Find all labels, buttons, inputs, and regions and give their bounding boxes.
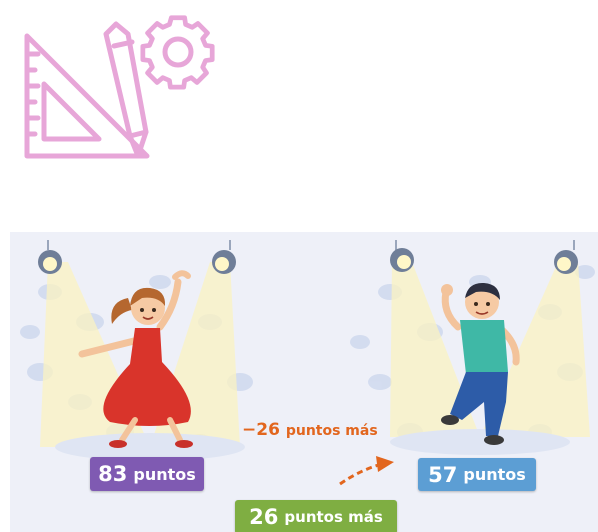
girl-score-badge: 83 puntos bbox=[90, 457, 204, 491]
difference-badge: 26 puntos más bbox=[235, 500, 397, 532]
arrow-head-icon bbox=[376, 456, 394, 472]
spotlight-icon bbox=[38, 240, 578, 274]
boy-score-badge: 57 puntos bbox=[418, 458, 536, 491]
difference-label: −26 puntos más bbox=[242, 420, 378, 440]
engineering-tools-icon bbox=[24, 15, 215, 159]
dance-scene: −26 puntos más 83 puntos 57 puntos 26 pu… bbox=[10, 232, 598, 532]
